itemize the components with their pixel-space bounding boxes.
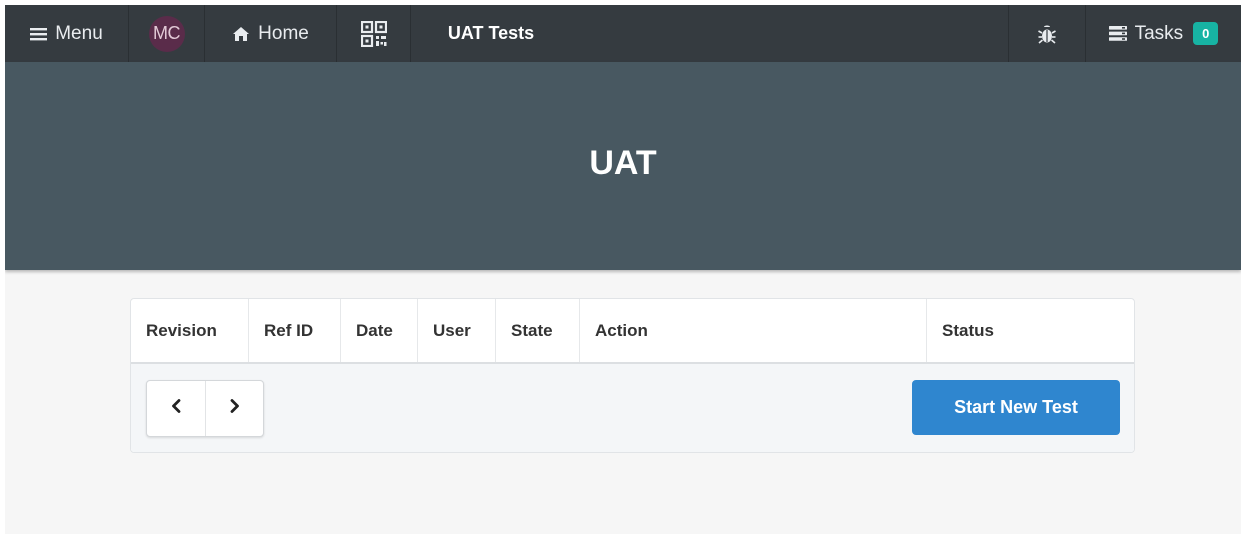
- tasks-list-icon: [1108, 26, 1127, 41]
- app-frame: Menu MC Home UAT Tests Tasks 0 UAT Revis…: [5, 5, 1241, 534]
- menu-button[interactable]: Menu: [5, 5, 129, 62]
- table-footer: Start New Test: [131, 364, 1134, 452]
- page-title: UAT Tests: [447, 23, 535, 43]
- home-icon: [232, 26, 250, 42]
- report-bug-button[interactable]: [1008, 5, 1086, 62]
- tasks-button[interactable]: Tasks 0: [1086, 5, 1241, 62]
- column-header-state[interactable]: State: [496, 299, 580, 362]
- column-header-ref-id[interactable]: Ref ID: [249, 299, 341, 362]
- home-link[interactable]: Home: [205, 5, 337, 62]
- uat-tests-panel: Revision Ref ID Date User State Action S…: [130, 298, 1135, 453]
- column-header-status[interactable]: Status: [927, 299, 1134, 362]
- top-navbar: Menu MC Home UAT Tests Tasks 0: [5, 5, 1241, 62]
- avatar: MC: [148, 15, 185, 52]
- table-header: Revision Ref ID Date User State Action S…: [131, 299, 1134, 364]
- chevron-left-icon: [171, 399, 181, 418]
- column-header-action[interactable]: Action: [580, 299, 927, 362]
- column-header-user[interactable]: User: [418, 299, 496, 362]
- page-header-banner: UAT: [5, 62, 1241, 270]
- pagination: [146, 380, 264, 437]
- page-heading: UAT: [589, 143, 657, 182]
- next-page-button[interactable]: [205, 381, 263, 436]
- menu-label: Menu: [55, 22, 103, 44]
- tasks-label: Tasks: [1134, 22, 1184, 44]
- start-new-test-button[interactable]: Start New Test: [912, 380, 1120, 435]
- column-header-date[interactable]: Date: [341, 299, 418, 362]
- home-label: Home: [258, 22, 309, 44]
- previous-page-button[interactable]: [147, 381, 205, 436]
- hamburger-icon: [30, 27, 48, 41]
- chevron-right-icon: [230, 399, 240, 418]
- bug-icon: [1038, 24, 1056, 44]
- qr-code-icon: [360, 20, 387, 47]
- user-avatar-button[interactable]: MC: [129, 5, 205, 62]
- qr-code-button[interactable]: [337, 5, 411, 62]
- tasks-count-badge: 0: [1193, 22, 1219, 45]
- column-header-revision[interactable]: Revision: [131, 299, 249, 362]
